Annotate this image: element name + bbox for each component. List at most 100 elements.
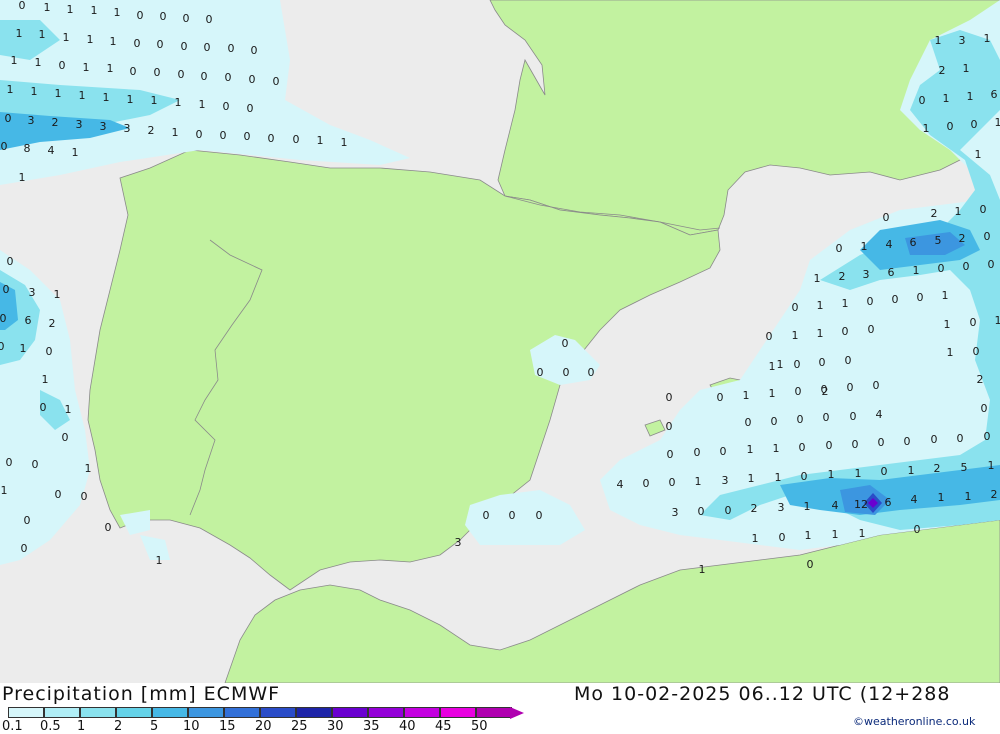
legend-arrow-icon: [510, 707, 524, 719]
precip-value-label: 2: [148, 124, 155, 137]
precip-value-label: 5: [961, 461, 968, 474]
precip-value-label: 0: [0, 312, 7, 325]
precip-value-label: 1: [984, 32, 991, 45]
precip-value-label: 1: [20, 342, 27, 355]
legend-swatch: [44, 707, 80, 718]
precip-value-label: 1: [817, 327, 824, 340]
precip-value-label: 1: [85, 462, 92, 475]
precip-value-label: 6: [885, 496, 892, 509]
map-canvas: 0 1 1 1 1 0 0 0 0 1 1 1 1 1 0 0 0 0 0 0 …: [0, 0, 1000, 683]
precip-value-label: 0: [963, 260, 970, 273]
precip-value-label: 6: [910, 236, 917, 249]
precip-value-label: 1: [83, 61, 90, 74]
precip-value-label: 8: [24, 142, 31, 155]
precip-value-label: 0: [7, 255, 14, 268]
precip-value-label: 0: [720, 445, 727, 458]
precip-value-label: 0: [847, 381, 854, 394]
legend-swatch: [368, 707, 404, 718]
precip-value-label: 0: [914, 523, 921, 536]
precip-value-label: 1: [110, 35, 117, 48]
precip-value-label: 0: [957, 432, 964, 445]
precip-value-label: 1: [114, 6, 121, 19]
precip-value-label: 1: [792, 329, 799, 342]
legend-tick: 2: [114, 719, 122, 734]
precip-value-label: 0: [643, 477, 650, 490]
precip-value-label: 0: [537, 366, 544, 379]
legend-tick: 45: [435, 719, 452, 734]
precip-value-label: 4: [886, 238, 893, 251]
precip-value-label: 0: [40, 401, 47, 414]
precip-value-label: 1: [172, 126, 179, 139]
legend-tick: 10: [183, 719, 200, 734]
precip-value-label: 0: [919, 94, 926, 107]
legend-swatch: [152, 707, 188, 718]
precip-value-label: 0: [917, 291, 924, 304]
precip-value-label: 0: [268, 132, 275, 145]
precip-value-label: 0: [225, 71, 232, 84]
precip-value-label: 1: [935, 34, 942, 47]
precip-value-label: 0: [779, 531, 786, 544]
precip-value-label: 1: [44, 1, 51, 14]
precip-value-label: 1: [156, 554, 163, 567]
precip-value-label: 1: [67, 3, 74, 16]
precip-value-label: 1: [923, 122, 930, 135]
precip-value-label: 1: [87, 33, 94, 46]
precip-value-label: 0: [223, 100, 230, 113]
precip-value-label: 1: [773, 442, 780, 455]
precip-value-label: 1: [859, 527, 866, 540]
precip-value-label: 1: [995, 116, 1000, 129]
precip-value-label: 3: [455, 536, 462, 549]
precip-value-label: 6: [991, 88, 998, 101]
precip-value-label: 2: [49, 317, 56, 330]
precip-value-label: 1: [842, 297, 849, 310]
precip-value-label: 0: [823, 411, 830, 424]
credit-link[interactable]: ©weatheronline.co.uk: [853, 715, 975, 728]
precip-value-label: 2: [977, 373, 984, 386]
precip-value-label: 0: [883, 211, 890, 224]
precip-value-label: 0: [792, 301, 799, 314]
precip-value-label: 1: [743, 389, 750, 402]
legend-swatch: [80, 707, 116, 718]
precip-value-label: 1: [127, 93, 134, 106]
legend-swatch: [116, 707, 152, 718]
precip-value-label: 0: [3, 283, 10, 296]
precip-value-label: 0: [228, 42, 235, 55]
precip-value-label: 0: [563, 366, 570, 379]
legend-swatch: [332, 707, 368, 718]
precip-value-label: 4: [876, 408, 883, 421]
precip-value-label: 0: [988, 258, 995, 271]
precip-value-label: 1: [341, 136, 348, 149]
precip-value-label: 0: [134, 37, 141, 50]
precip-value-label: 1: [817, 299, 824, 312]
precip-value-label: 0: [771, 415, 778, 428]
precip-value-label: 1: [942, 289, 949, 302]
precip-value-label: 1: [175, 96, 182, 109]
legend-tick: 5: [150, 719, 158, 734]
legend-tick: 15: [219, 719, 236, 734]
precip-value-label: 1: [65, 403, 72, 416]
precip-value-label: 0: [24, 514, 31, 527]
precip-value-label: 0: [971, 118, 978, 131]
precip-value-label: 0: [970, 316, 977, 329]
precip-value-label: 1: [775, 471, 782, 484]
precip-value-label: 2: [939, 64, 946, 77]
precip-value-label: 3: [722, 474, 729, 487]
precip-value-label: 0: [81, 490, 88, 503]
legend-swatch: [404, 707, 440, 718]
precip-value-label: 3: [778, 501, 785, 514]
precip-value-label: 4: [832, 499, 839, 512]
map-valid-time: Mo 10-02-2025 06..12 UTC (12+288: [574, 683, 950, 705]
precip-value-label: 0: [273, 75, 280, 88]
precip-value-label: 1: [16, 27, 23, 40]
precip-value-label: 0: [0, 340, 5, 353]
precip-value-label: 1: [31, 85, 38, 98]
precip-value-label: 0: [698, 505, 705, 518]
precip-value-label: 0: [509, 509, 516, 522]
precip-value-label: 1: [747, 443, 754, 456]
precip-value-label: 0: [852, 438, 859, 451]
precip-value-label: 0: [1, 140, 8, 153]
precip-value-label: 0: [881, 465, 888, 478]
precip-value-label: 2: [751, 502, 758, 515]
precip-value-label: 1: [91, 4, 98, 17]
precip-value-label: 0: [807, 558, 814, 571]
